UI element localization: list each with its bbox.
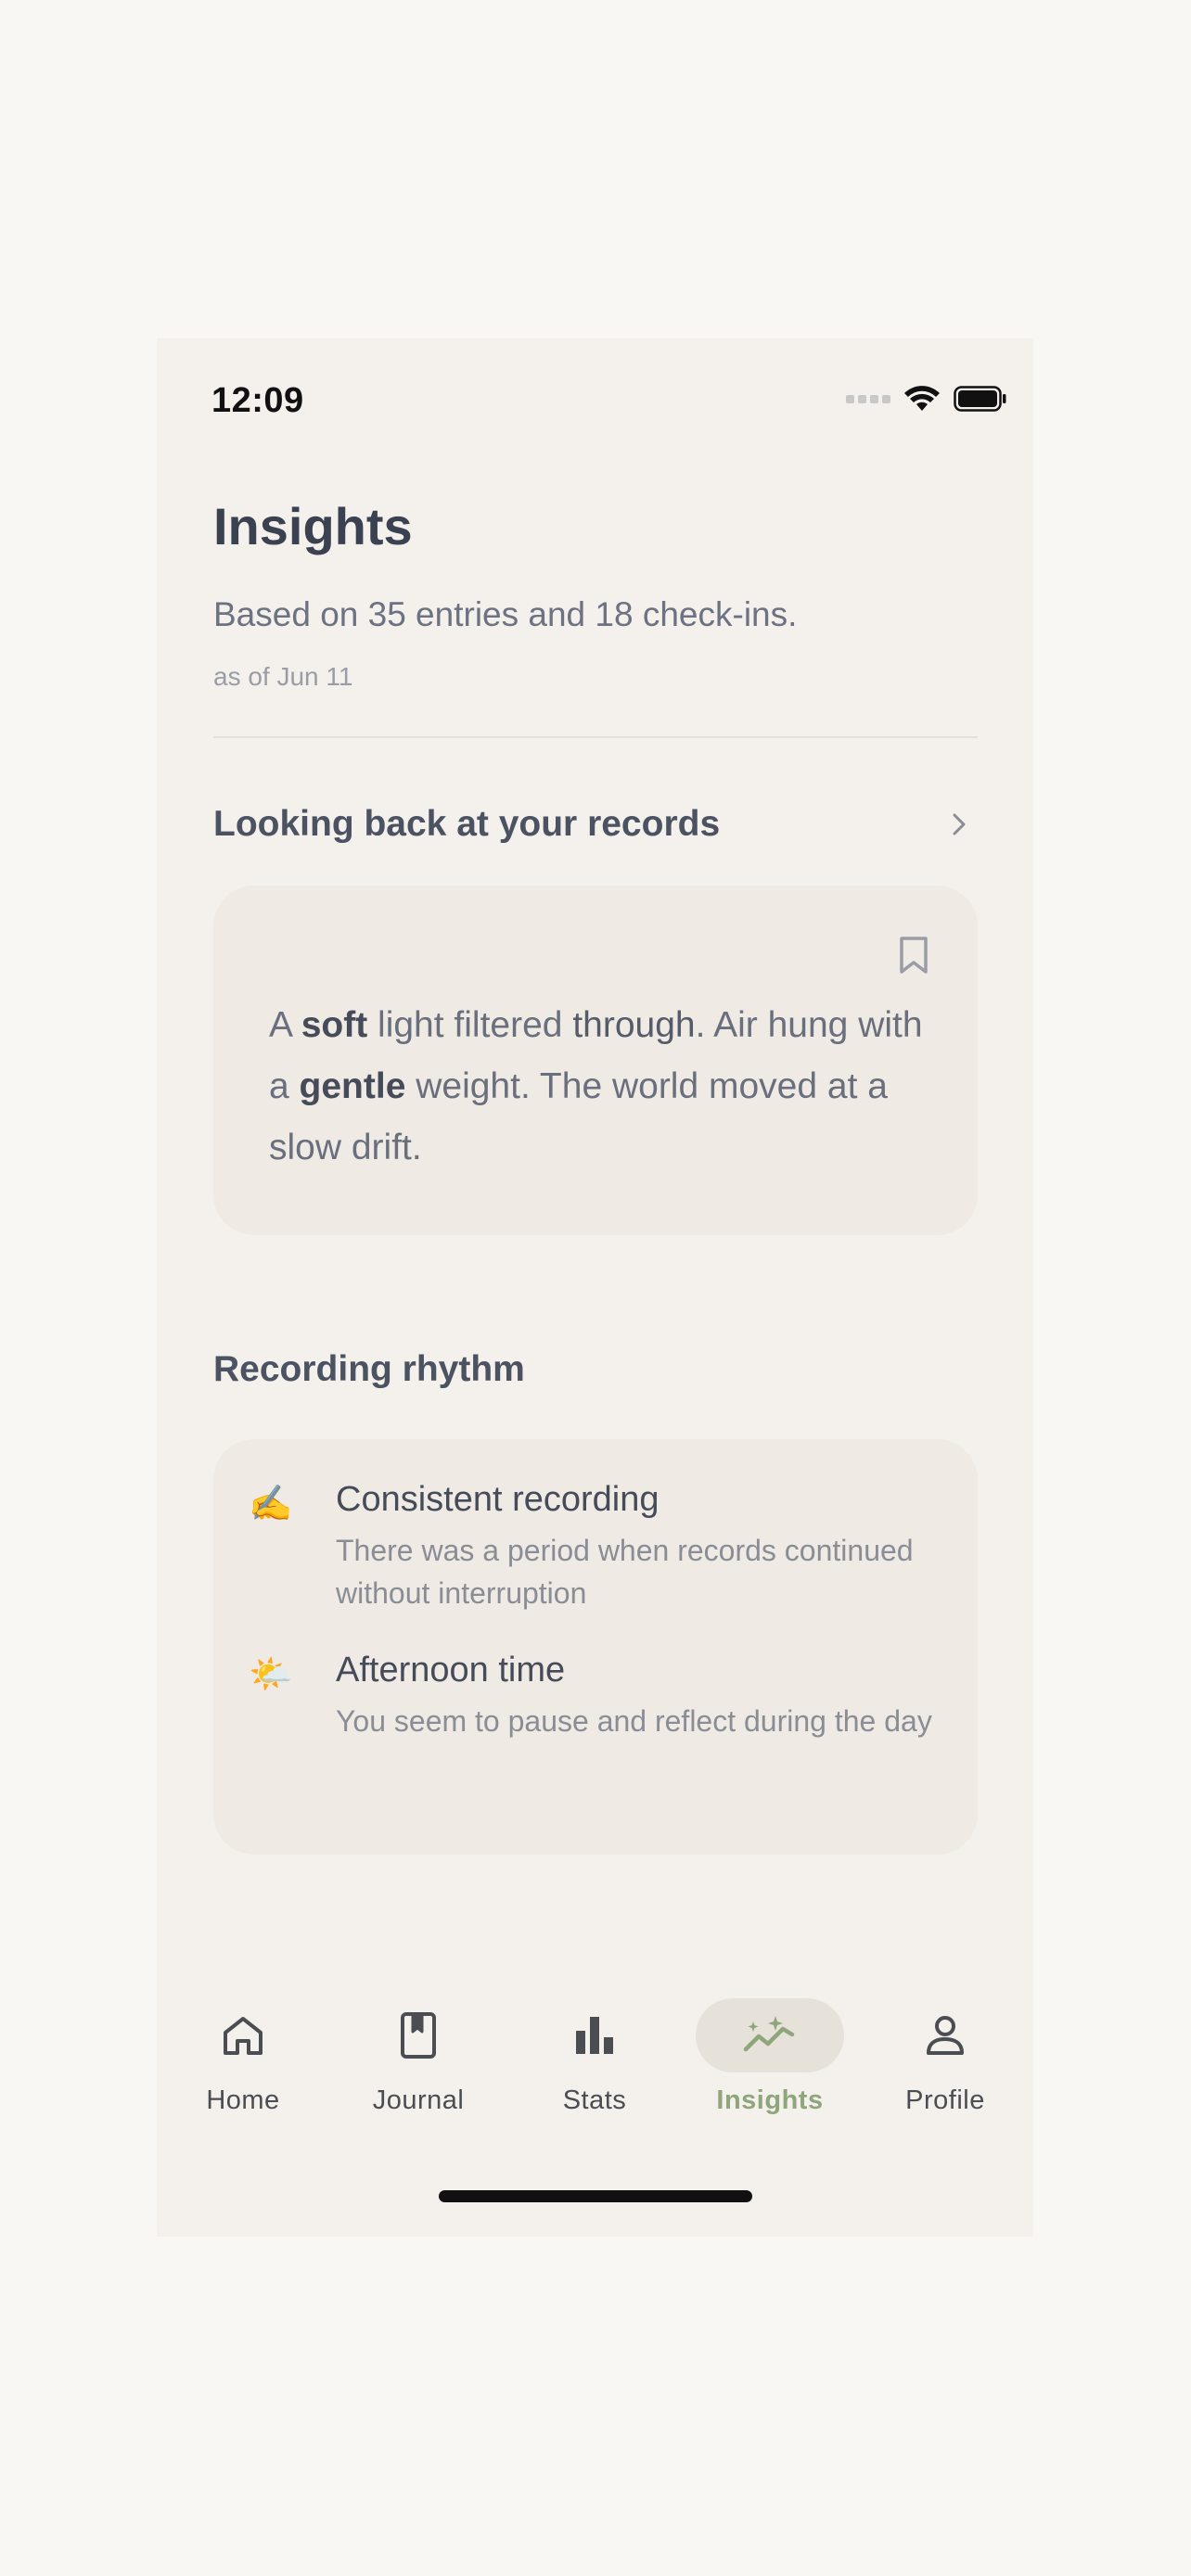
home-icon — [224, 2017, 263, 2055]
bookmark-icon[interactable] — [898, 936, 929, 975]
tab-insights[interactable]: Insights — [686, 1998, 853, 2116]
rhythm-title: Recording rhythm — [213, 1349, 525, 1389]
as-of-date: as of Jun 11 — [213, 662, 353, 691]
battery-icon — [954, 386, 1006, 412]
page-subtitle: Based on 35 entries and 18 check-ins. — [213, 595, 798, 633]
signal-icon — [846, 394, 890, 403]
profile-icon — [927, 2016, 964, 2055]
rhythm-item-heading: Afternoon time — [336, 1651, 566, 1690]
divider — [213, 736, 978, 738]
looking-back-link[interactable]: Looking back at your records — [213, 797, 978, 852]
sun-cloud-icon: 🌤️ — [249, 1655, 293, 1694]
rhythm-item-description: There was a period when records continue… — [336, 1534, 914, 1610]
insights-icon — [743, 2016, 795, 2052]
list-item: ✍️ Consistent recording There was a peri… — [249, 1480, 954, 1614]
status-icons — [846, 385, 1007, 413]
rhythm-item-description: You seem to pause and reflect during the… — [336, 1704, 932, 1738]
tab-label: Home — [206, 2085, 280, 2115]
writing-hand-icon: ✍️ — [249, 1485, 293, 1524]
chevron-right-icon — [953, 813, 966, 835]
journal-icon — [401, 2012, 436, 2059]
list-item: 🌤️ Afternoon time You seem to pause and … — [249, 1651, 954, 1742]
tab-bar: Home Journal Stats Insights Profile — [157, 1998, 1033, 2137]
tab-profile[interactable]: Profile — [862, 1998, 1029, 2116]
wifi-icon — [904, 386, 940, 411]
page-title: Insights — [213, 497, 413, 555]
status-time: 12:09 — [211, 381, 304, 420]
tab-home[interactable]: Home — [160, 1998, 327, 2116]
looking-back-title: Looking back at your records — [213, 804, 721, 844]
phone-screen: 12:09 Insights Based on 35 entries and 1… — [157, 338, 1033, 2237]
quote-card[interactable]: A soft light filtered through. Air hung … — [213, 886, 978, 1235]
tab-label: Stats — [562, 2085, 627, 2115]
stats-icon — [576, 2017, 613, 2054]
home-indicator[interactable] — [439, 2190, 752, 2202]
rhythm-item-heading: Consistent recording — [336, 1480, 660, 1519]
tab-label: Profile — [905, 2085, 985, 2115]
tab-label: Journal — [372, 2085, 465, 2115]
tab-label: Insights — [716, 2085, 824, 2115]
rhythm-card: ✍️ Consistent recording There was a peri… — [213, 1439, 978, 1855]
tab-stats[interactable]: Stats — [511, 1998, 678, 2116]
tab-journal[interactable]: Journal — [335, 1998, 502, 2116]
quote-text: A soft light filtered through. Air hung … — [269, 1005, 923, 1167]
